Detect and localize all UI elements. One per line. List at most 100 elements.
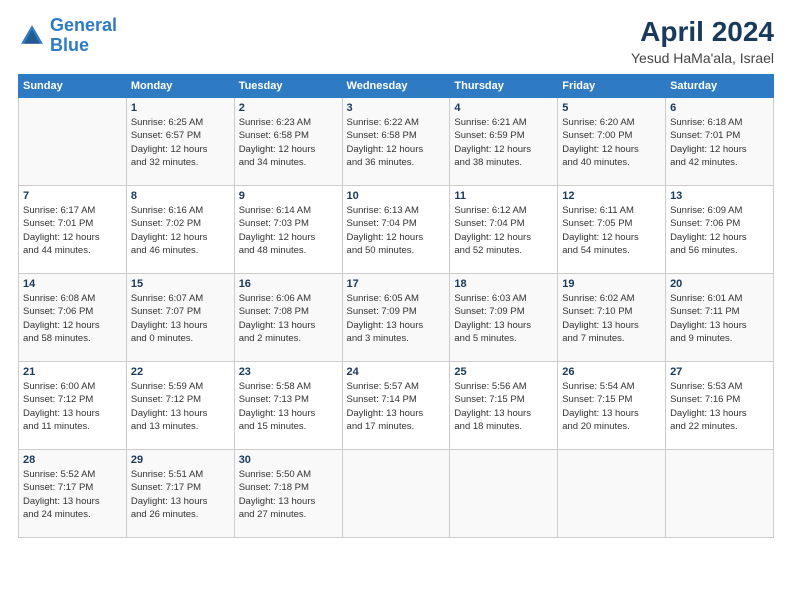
day-number: 26	[562, 366, 661, 378]
day-info: Sunrise: 5:57 AM Sunset: 7:14 PM Dayligh…	[347, 380, 446, 433]
subtitle: Yesud HaMa'ala, Israel	[631, 50, 774, 66]
day-number: 4	[454, 102, 553, 114]
calendar-cell	[450, 450, 558, 538]
main-title: April 2024	[631, 16, 774, 48]
day-number: 3	[347, 102, 446, 114]
day-info: Sunrise: 6:00 AM Sunset: 7:12 PM Dayligh…	[23, 380, 122, 433]
day-info: Sunrise: 5:59 AM Sunset: 7:12 PM Dayligh…	[131, 380, 230, 433]
calendar-cell: 9Sunrise: 6:14 AM Sunset: 7:03 PM Daylig…	[234, 186, 342, 274]
calendar-cell: 20 Sunrise: 6:01 AM Sunset: 7:11 PM Dayli…	[666, 274, 774, 362]
col-tuesday: Tuesday	[234, 75, 342, 98]
day-info: Sunrise: 6:03 AM Sunset: 7:09 PM Dayligh…	[454, 292, 553, 345]
day-number: 16	[239, 278, 338, 290]
day-number: 27	[670, 366, 769, 378]
day-number: 23	[239, 366, 338, 378]
day-info: Sunrise: 5:51 AM Sunset: 7:17 PM Dayligh…	[131, 468, 230, 521]
day-info: Sunrise: 6:25 AM Sunset: 6:57 PM Dayligh…	[131, 116, 230, 169]
day-info: Sunrise: 6:01 AM Sunset: 7:11 PM Dayligh…	[670, 292, 769, 345]
calendar-cell: 6 Sunrise: 6:18 AM Sunset: 7:01 PM Daylig…	[666, 98, 774, 186]
day-number: 12	[562, 190, 661, 202]
day-info: Sunrise: 6:14 AM Sunset: 7:03 PM Dayligh…	[239, 204, 338, 257]
calendar-cell: 24 Sunrise: 5:57 AM Sunset: 7:14 PM Dayli…	[342, 362, 450, 450]
day-number: 22	[131, 366, 230, 378]
day-number: 24	[347, 366, 446, 378]
calendar-cell: 12 Sunrise: 6:11 AM Sunset: 7:05 PM Dayli…	[558, 186, 666, 274]
day-info: Sunrise: 5:50 AM Sunset: 7:18 PM Dayligh…	[239, 468, 338, 521]
week-row-5: 28Sunrise: 5:52 AM Sunset: 7:17 PM Dayli…	[19, 450, 774, 538]
calendar-table: Sunday Monday Tuesday Wednesday Thursday…	[18, 74, 774, 538]
week-row-3: 14 Sunrise: 6:08 AM Sunset: 7:06 PM Dayli…	[19, 274, 774, 362]
day-number: 2	[239, 102, 338, 114]
calendar-cell: 2 Sunrise: 6:23 AM Sunset: 6:58 PM Daylig…	[234, 98, 342, 186]
calendar-cell	[666, 450, 774, 538]
day-number: 5	[562, 102, 661, 114]
day-info: Sunrise: 6:07 AM Sunset: 7:07 PM Dayligh…	[131, 292, 230, 345]
day-number: 7	[23, 190, 122, 202]
day-info: Sunrise: 5:56 AM Sunset: 7:15 PM Dayligh…	[454, 380, 553, 433]
calendar-cell: 14 Sunrise: 6:08 AM Sunset: 7:06 PM Dayli…	[19, 274, 127, 362]
logo-icon	[18, 22, 46, 50]
day-number: 21	[23, 366, 122, 378]
calendar-cell: 18 Sunrise: 6:03 AM Sunset: 7:09 PM Dayli…	[450, 274, 558, 362]
col-monday: Monday	[126, 75, 234, 98]
day-number: 1	[131, 102, 230, 114]
calendar-cell: 7Sunrise: 6:17 AM Sunset: 7:01 PM Daylig…	[19, 186, 127, 274]
day-info: Sunrise: 5:52 AM Sunset: 7:17 PM Dayligh…	[23, 468, 122, 521]
calendar-cell: 5Sunrise: 6:20 AM Sunset: 7:00 PM Daylig…	[558, 98, 666, 186]
calendar-cell: 22 Sunrise: 5:59 AM Sunset: 7:12 PM Dayli…	[126, 362, 234, 450]
week-row-2: 7Sunrise: 6:17 AM Sunset: 7:01 PM Daylig…	[19, 186, 774, 274]
calendar-cell: 8 Sunrise: 6:16 AM Sunset: 7:02 PM Daylig…	[126, 186, 234, 274]
day-number: 11	[454, 190, 553, 202]
calendar-cell	[558, 450, 666, 538]
day-info: Sunrise: 6:08 AM Sunset: 7:06 PM Dayligh…	[23, 292, 122, 345]
day-number: 19	[562, 278, 661, 290]
col-sunday: Sunday	[19, 75, 127, 98]
calendar-cell	[19, 98, 127, 186]
col-thursday: Thursday	[450, 75, 558, 98]
logo: General Blue	[18, 16, 117, 56]
day-info: Sunrise: 6:22 AM Sunset: 6:58 PM Dayligh…	[347, 116, 446, 169]
calendar-cell: 30 Sunrise: 5:50 AM Sunset: 7:18 PM Dayli…	[234, 450, 342, 538]
week-row-1: 1 Sunrise: 6:25 AM Sunset: 6:57 PM Daylig…	[19, 98, 774, 186]
page: General Blue April 2024 Yesud HaMa'ala, …	[0, 0, 792, 612]
calendar-cell: 1 Sunrise: 6:25 AM Sunset: 6:57 PM Daylig…	[126, 98, 234, 186]
day-info: Sunrise: 6:18 AM Sunset: 7:01 PM Dayligh…	[670, 116, 769, 169]
day-info: Sunrise: 6:16 AM Sunset: 7:02 PM Dayligh…	[131, 204, 230, 257]
header: General Blue April 2024 Yesud HaMa'ala, …	[18, 16, 774, 66]
calendar-cell: 28Sunrise: 5:52 AM Sunset: 7:17 PM Dayli…	[19, 450, 127, 538]
day-info: Sunrise: 6:06 AM Sunset: 7:08 PM Dayligh…	[239, 292, 338, 345]
day-info: Sunrise: 6:11 AM Sunset: 7:05 PM Dayligh…	[562, 204, 661, 257]
day-number: 10	[347, 190, 446, 202]
day-number: 18	[454, 278, 553, 290]
day-info: Sunrise: 6:13 AM Sunset: 7:04 PM Dayligh…	[347, 204, 446, 257]
calendar-cell: 29Sunrise: 5:51 AM Sunset: 7:17 PM Dayli…	[126, 450, 234, 538]
day-info: Sunrise: 6:12 AM Sunset: 7:04 PM Dayligh…	[454, 204, 553, 257]
day-number: 25	[454, 366, 553, 378]
calendar-cell: 17Sunrise: 6:05 AM Sunset: 7:09 PM Dayli…	[342, 274, 450, 362]
calendar-cell: 13Sunrise: 6:09 AM Sunset: 7:06 PM Dayli…	[666, 186, 774, 274]
day-number: 8	[131, 190, 230, 202]
col-wednesday: Wednesday	[342, 75, 450, 98]
calendar-cell: 10 Sunrise: 6:13 AM Sunset: 7:04 PM Dayli…	[342, 186, 450, 274]
calendar-cell: 21 Sunrise: 6:00 AM Sunset: 7:12 PM Dayli…	[19, 362, 127, 450]
calendar-cell: 16 Sunrise: 6:06 AM Sunset: 7:08 PM Dayli…	[234, 274, 342, 362]
day-info: Sunrise: 5:53 AM Sunset: 7:16 PM Dayligh…	[670, 380, 769, 433]
day-number: 14	[23, 278, 122, 290]
calendar-cell: 19 Sunrise: 6:02 AM Sunset: 7:10 PM Dayli…	[558, 274, 666, 362]
day-info: Sunrise: 6:23 AM Sunset: 6:58 PM Dayligh…	[239, 116, 338, 169]
calendar-cell: 4Sunrise: 6:21 AM Sunset: 6:59 PM Daylig…	[450, 98, 558, 186]
day-number: 30	[239, 454, 338, 466]
calendar-cell: 26Sunrise: 5:54 AM Sunset: 7:15 PM Dayli…	[558, 362, 666, 450]
col-saturday: Saturday	[666, 75, 774, 98]
day-number: 6	[670, 102, 769, 114]
calendar-cell: 11 Sunrise: 6:12 AM Sunset: 7:04 PM Dayli…	[450, 186, 558, 274]
calendar-cell: 23Sunrise: 5:58 AM Sunset: 7:13 PM Dayli…	[234, 362, 342, 450]
calendar-cell: 27 Sunrise: 5:53 AM Sunset: 7:16 PM Dayli…	[666, 362, 774, 450]
day-number: 15	[131, 278, 230, 290]
day-number: 20	[670, 278, 769, 290]
header-row: Sunday Monday Tuesday Wednesday Thursday…	[19, 75, 774, 98]
col-friday: Friday	[558, 75, 666, 98]
day-info: Sunrise: 6:05 AM Sunset: 7:09 PM Dayligh…	[347, 292, 446, 345]
day-info: Sunrise: 6:02 AM Sunset: 7:10 PM Dayligh…	[562, 292, 661, 345]
day-number: 13	[670, 190, 769, 202]
